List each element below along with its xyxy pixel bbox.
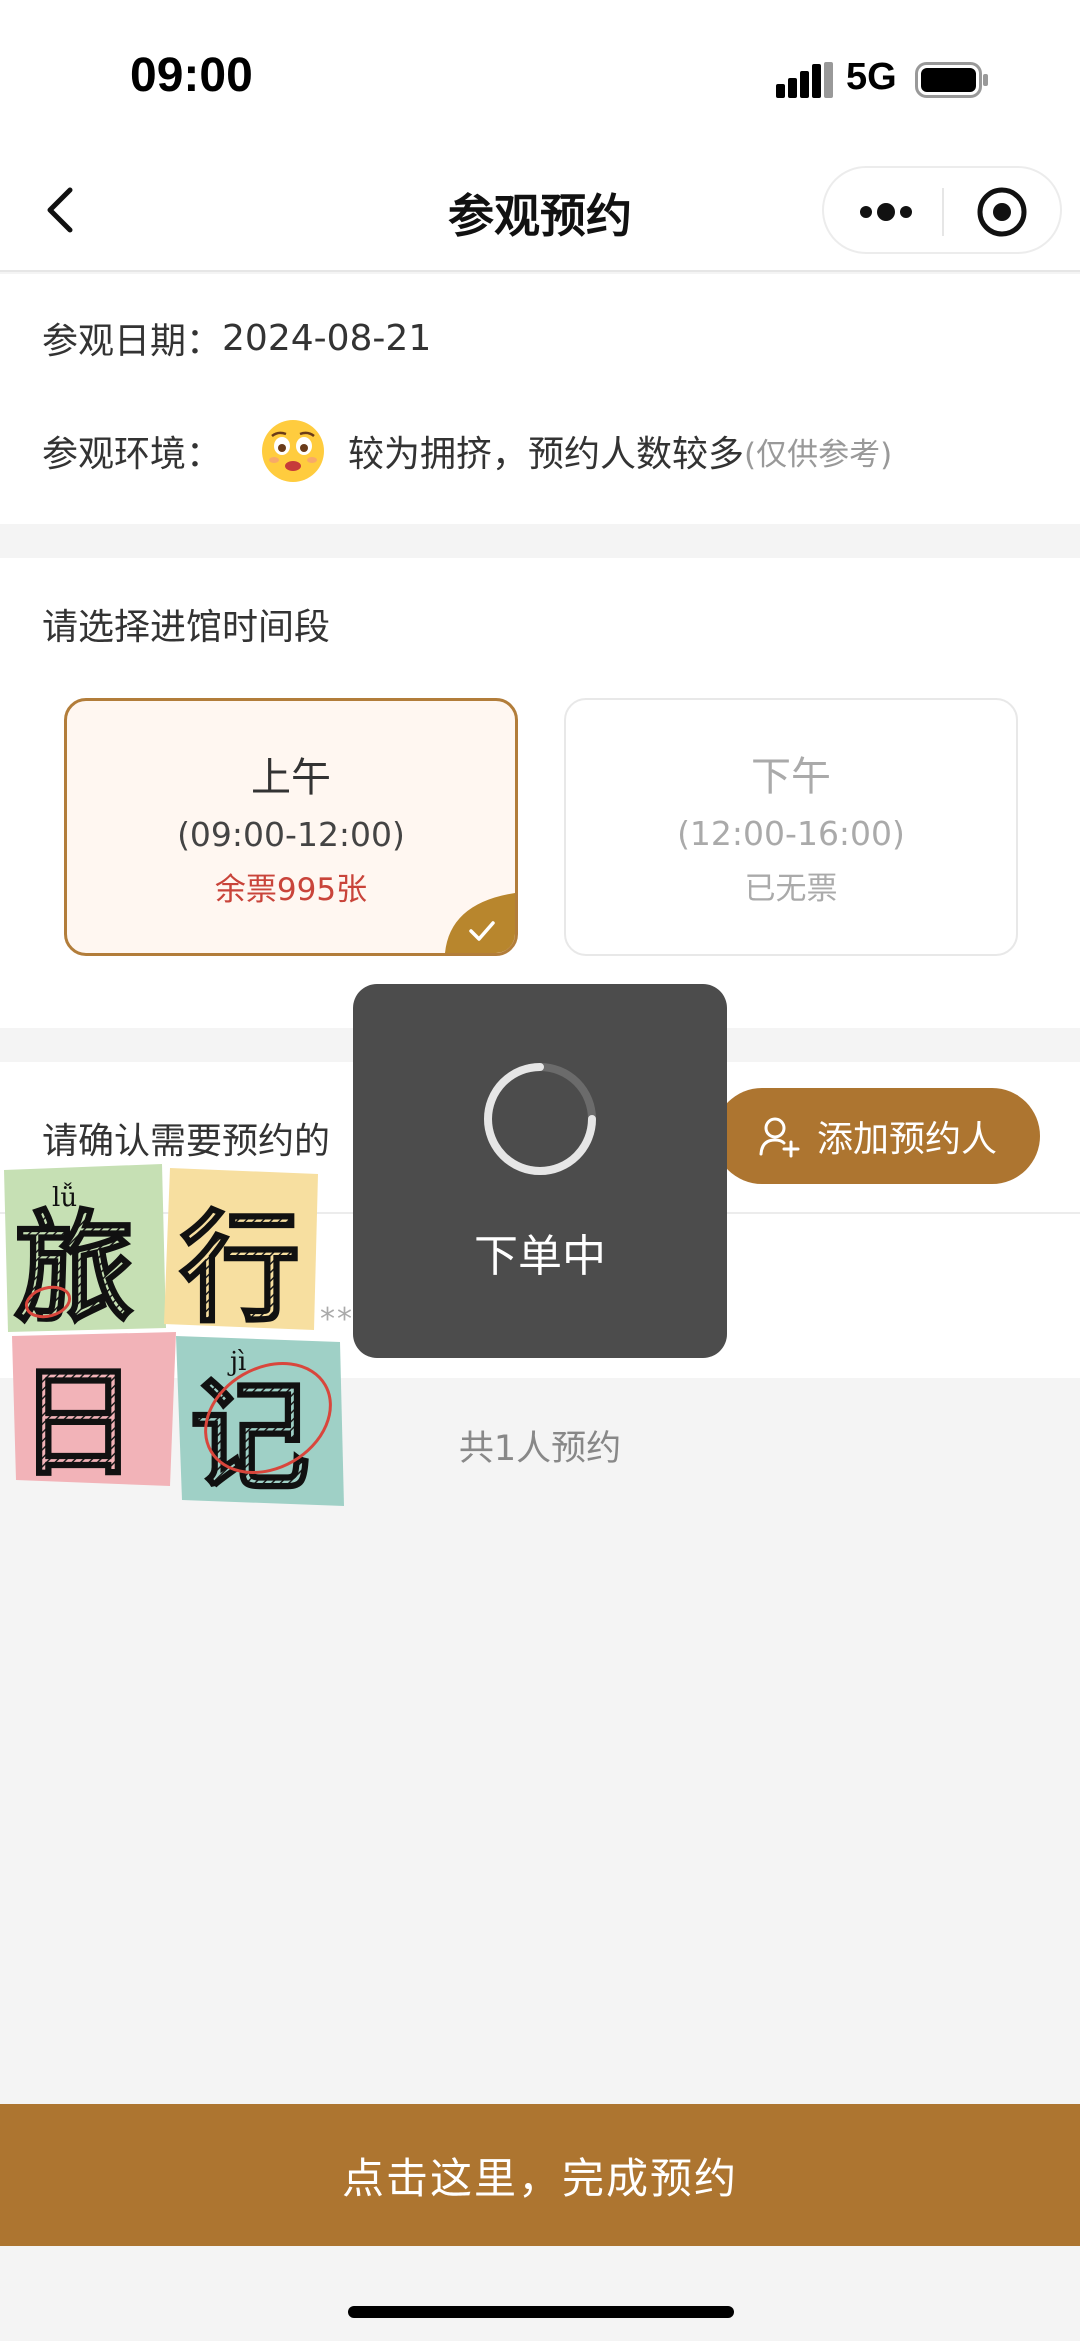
status-bar: 09:00 5G xyxy=(0,0,1080,150)
visit-date-row: 参观日期： 2024-08-21 xyxy=(42,312,431,364)
slot-morning-time: (09:00-12:00) xyxy=(177,815,405,854)
visit-env-row: 参观环境： 较为拥挤，预约人数较多 (仅供参考) xyxy=(42,418,892,484)
slot-morning-name: 上午 xyxy=(251,755,331,801)
miniprogram-capsule xyxy=(822,166,1062,254)
signal-icon xyxy=(776,62,833,98)
visit-env-label: 参观环境： xyxy=(42,434,223,475)
loading-toast: 下单中 xyxy=(353,984,727,1358)
slot-afternoon-tickets: 已无票 xyxy=(744,871,838,907)
visit-date: 2024-08-21 xyxy=(222,317,432,359)
add-visitor-label: 添加预约人 xyxy=(816,1119,997,1160)
visit-env-note: (仅供参考) xyxy=(744,436,893,473)
travel-diary-sticker: lǚ 旅 行 日 jì 记 xyxy=(4,1164,344,1508)
visit-info-card: 参观日期： 2024-08-21 参观环境： 较为拥挤，预约人数较多 (仅供参考… xyxy=(0,274,1080,524)
nav-bar: 参观预约 xyxy=(0,150,1080,272)
slot-afternoon-name: 下午 xyxy=(751,754,831,800)
add-person-icon xyxy=(759,1117,800,1158)
toast-text: 下单中 xyxy=(474,1231,606,1282)
selected-check-icon xyxy=(445,893,515,953)
time-slot-title: 请选择进馆时间段 xyxy=(42,607,331,648)
time-slot-card: 请选择进馆时间段 上午 (09:00-12:00) 余票995张 下午 (12:… xyxy=(0,558,1080,1028)
add-visitor-button[interactable]: 添加预约人 xyxy=(714,1088,1040,1184)
complete-booking-button[interactable]: 点击这里，完成预约 xyxy=(0,2104,1080,2246)
sticker-char-xing: 行 xyxy=(180,1200,300,1339)
visit-date-label: 参观日期： xyxy=(42,321,223,362)
loading-spinner-icon xyxy=(484,1063,596,1175)
confirm-visitors-text: 请确认需要预约的 xyxy=(42,1121,331,1162)
capsule-divider xyxy=(942,188,944,236)
slot-afternoon-time: (12:00-16:00) xyxy=(677,814,905,853)
worried-face-icon xyxy=(262,420,325,482)
network-label: 5G xyxy=(846,56,897,98)
status-time: 09:00 xyxy=(130,49,253,102)
visit-env-text: 较为拥挤，预约人数较多 xyxy=(348,434,745,475)
sticker-char-ji: 记 xyxy=(190,1368,310,1507)
slot-morning[interactable]: 上午 (09:00-12:00) 余票995张 xyxy=(64,698,518,956)
sticker-char-lv: 旅 xyxy=(14,1200,134,1339)
slot-afternoon[interactable]: 下午 (12:00-16:00) 已无票 xyxy=(564,698,1018,956)
close-target-icon[interactable] xyxy=(976,186,1028,238)
battery-icon xyxy=(915,62,988,98)
more-icon[interactable] xyxy=(858,196,914,228)
home-indicator xyxy=(348,2306,734,2318)
sticker-char-ri: 日 xyxy=(18,1354,138,1493)
